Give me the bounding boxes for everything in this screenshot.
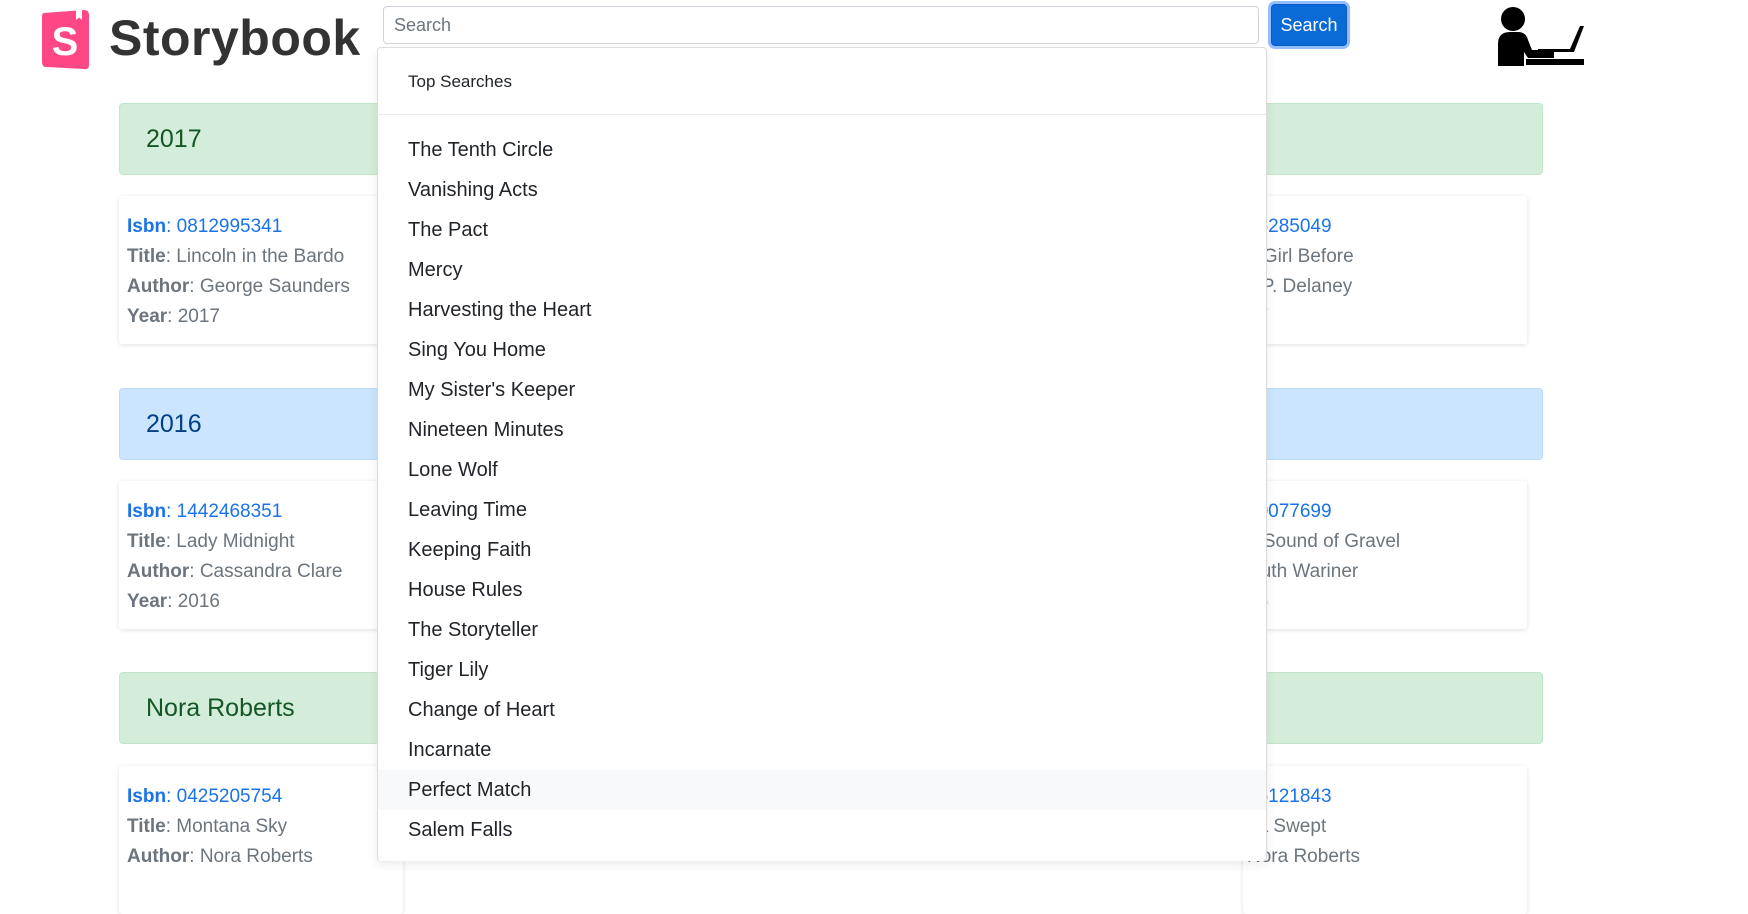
title-line: Title: Lincoln in the Bardo (127, 246, 345, 267)
book-card[interactable]: Isbn: 1442468351 Title: Lady Midnight Au… (119, 481, 403, 629)
author-line: Author: Cassandra Clare (127, 561, 343, 582)
isbn-line: Isbn: 0425205754 (127, 786, 283, 807)
section-title: 2017 (146, 124, 202, 153)
suggestion-item[interactable]: Salem Falls (378, 810, 1266, 850)
dropdown-header: Top Searches (408, 72, 512, 91)
suggestion-item[interactable]: Harvesting the Heart (378, 290, 1266, 330)
title-value: e Sound of Gravel (1247, 531, 1401, 552)
suggestion-list: The Tenth Circle Vanishing Acts The Pact Me… (378, 115, 1266, 861)
author-line: Author: Nora Roberts (127, 846, 313, 867)
year-line: Year: 2017 (127, 306, 220, 327)
isbn-link[interactable]: 0812995341 (177, 216, 283, 237)
title-line: Title: Lady Midnight (127, 531, 295, 552)
suggestion-item[interactable]: Lone Wolf (378, 450, 1266, 490)
book-card[interactable]: 15121843 ea Swept Nora Roberts (1243, 766, 1527, 914)
author-line: Author: George Saunders (127, 276, 350, 297)
suggestion-item[interactable]: The Pact (378, 210, 1266, 250)
book-card[interactable]: Isbn: 0425205754 Title: Montana Sky Auth… (119, 766, 403, 914)
isbn-line: Isbn: 0812995341 (127, 216, 283, 237)
suggestion-item[interactable]: Incarnate (378, 730, 1266, 770)
book-card[interactable]: 25285049 e Girl Before J.P. Delaney 17 (1243, 196, 1527, 344)
section-title: Nora Roberts (146, 693, 295, 722)
title-line: Title: Montana Sky (127, 816, 288, 837)
search-suggestions-dropdown: Top Searches The Tenth Circle Vanishing A… (377, 47, 1267, 861)
suggestion-item[interactable]: The Storyteller (378, 610, 1266, 650)
book-card[interactable]: Isbn: 0812995341 Title: Lincoln in the B… (119, 196, 403, 344)
suggestion-item[interactable]: The Tenth Circle (378, 130, 1266, 170)
section-title: 2016 (146, 409, 202, 438)
storybook-logo-icon: S (40, 7, 92, 70)
suggestion-item[interactable]: House Rules (378, 570, 1266, 610)
user-at-laptop-icon[interactable] (1498, 6, 1584, 68)
suggestion-item[interactable]: Second Glance (378, 850, 1266, 861)
suggestion-item[interactable]: Change of Heart (378, 690, 1266, 730)
search-input[interactable] (383, 6, 1259, 44)
suggestion-item[interactable]: Sing You Home (378, 330, 1266, 370)
suggestion-item[interactable]: Mercy (378, 250, 1266, 290)
isbn-link[interactable]: 0425205754 (177, 786, 283, 807)
suggestion-item[interactable]: Leaving Time (378, 490, 1266, 530)
isbn-line: Isbn: 1442468351 (127, 501, 283, 522)
suggestion-item[interactable]: Tiger Lily (378, 650, 1266, 690)
suggestion-item[interactable]: My Sister's Keeper (378, 370, 1266, 410)
suggestion-item[interactable]: Perfect Match (378, 770, 1266, 810)
app-name: Storybook (109, 10, 361, 66)
suggestion-item[interactable]: Nineteen Minutes (378, 410, 1266, 450)
suggestion-item[interactable]: Keeping Faith (378, 530, 1266, 570)
suggestion-item[interactable]: Vanishing Acts (378, 170, 1266, 210)
year-line: Year: 2016 (127, 591, 220, 612)
isbn-link[interactable]: 1442468351 (177, 501, 283, 522)
search-button[interactable]: Search (1271, 4, 1347, 46)
book-card[interactable]: 50077699 e Sound of Gravel Ruth Wariner … (1243, 481, 1527, 629)
storybook-logo[interactable]: S Storybook (40, 6, 361, 70)
svg-text:S: S (52, 20, 79, 64)
